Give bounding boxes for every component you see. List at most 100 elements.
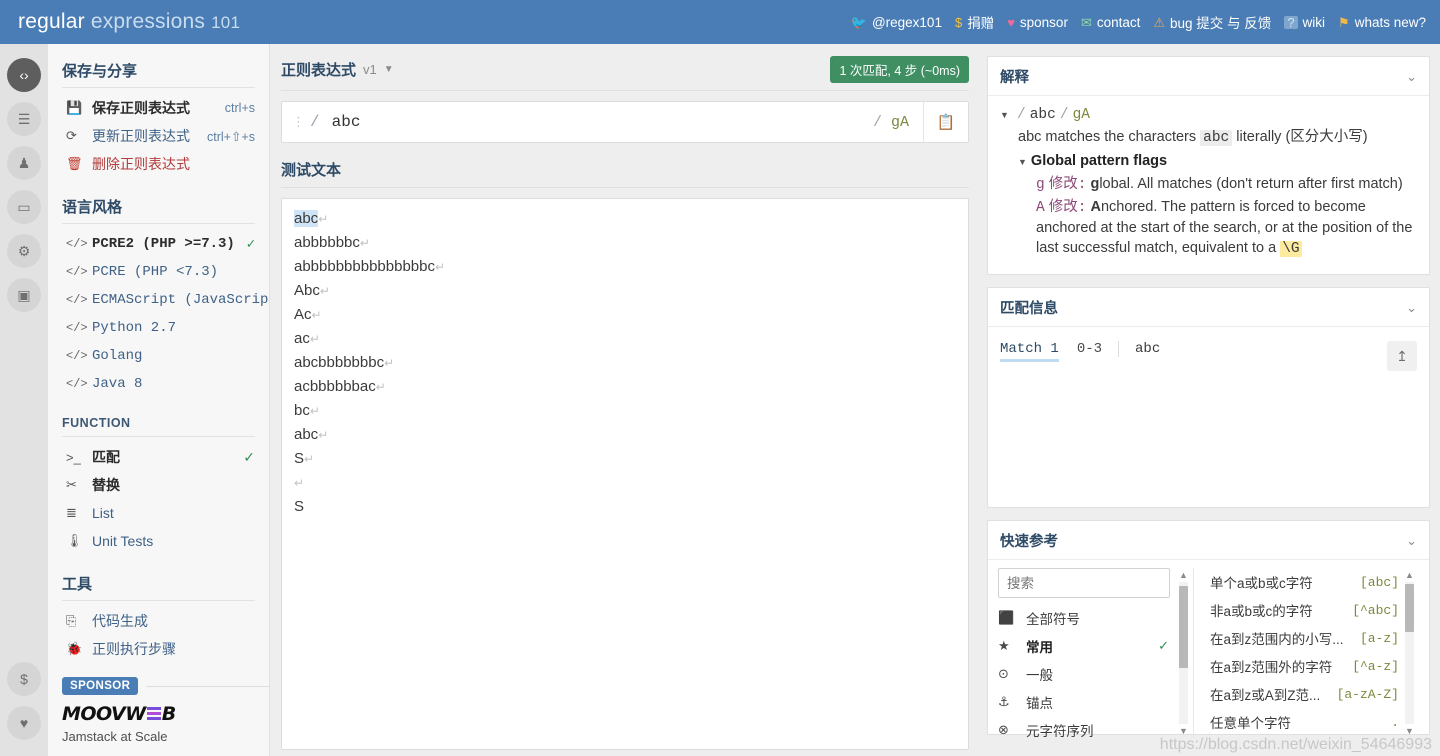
test-string-editor[interactable]: abc↵ abbbbbbc↵ abbbbbbbbbbbbbbbc↵ Abc↵ A…	[281, 198, 969, 750]
quickref-token-row[interactable]: 在a到z或A到Z范... [a-zA-Z]	[1210, 680, 1429, 708]
regex-input-container[interactable]: ⋮ / / gA 📋	[281, 101, 969, 143]
test-line: abc↵	[294, 207, 956, 231]
drag-handle-icon[interactable]: ⋮	[282, 114, 306, 130]
sidebar-item-update-regex[interactable]: ⟳ 更新正则表达式 ctrl+⇧+s	[62, 122, 255, 150]
copy-regex-button[interactable]: 📋	[923, 101, 968, 143]
sidebar-label-function-substitution: 替换	[92, 477, 120, 493]
nav-label-whatsnew: whats new?	[1354, 14, 1426, 30]
regex-section-header: 正则表达式 v1 ▼ 1 次匹配, 4 步 (~0ms)	[281, 56, 969, 91]
code-tag-icon: </>	[66, 293, 88, 307]
quickref-category-scrollbar[interactable]: ▲ ▼	[1178, 570, 1189, 736]
quickref-category-common[interactable]: ★ 常用 ✓	[998, 632, 1193, 660]
rail-code-button[interactable]: ‹›	[7, 58, 41, 92]
sidebar-item-flavor-golang[interactable]: </> Golang	[62, 342, 255, 370]
nav-link-bugreport[interactable]: ⚠ bug 提交 与 反馈	[1153, 12, 1271, 32]
rail-favorite-button[interactable]: ♥	[7, 706, 41, 740]
explanation-flag-a-key: A	[1036, 200, 1045, 216]
quickref-category-all[interactable]: ⬛ 全部符号	[998, 604, 1193, 632]
test-line: ↵	[294, 471, 956, 495]
scrollbar-thumb[interactable]	[1179, 586, 1188, 668]
scrollbar-track[interactable]	[1179, 582, 1188, 724]
rail-library-button[interactable]: ☰	[7, 102, 41, 136]
match-info-title: 匹配信息	[1000, 301, 1058, 317]
sidebar-item-delete-regex[interactable]: 🗑 删除正则表达式	[62, 150, 255, 178]
rail-donate-button[interactable]: $	[7, 662, 41, 696]
nav-link-sponsor[interactable]: ♥ sponsor	[1007, 15, 1068, 30]
explanation-flag-g-bold: g	[1090, 176, 1100, 192]
quickref-category-meta[interactable]: ⊗ 元字符序列	[998, 716, 1193, 744]
quickref-token-row[interactable]: 非a或b或c的字符 [^abc]	[1210, 596, 1429, 624]
quickref-token-row[interactable]: 在a到z范围外的字符 [^a-z]	[1210, 652, 1429, 680]
sidebar-item-regex-debugger[interactable]: 🐞 正则执行步骤	[62, 635, 255, 663]
test-line: abbbbbbc↵	[294, 231, 956, 255]
chevron-down-icon[interactable]: ⌄	[1406, 300, 1417, 316]
nav-link-twitter[interactable]: 🐦 @regex101	[851, 15, 942, 30]
newline-glyph: ↵	[384, 356, 395, 370]
quickref-token-row[interactable]: 在a到z范围内的小写... [a-z]	[1210, 624, 1429, 652]
sidebar-item-code-generator[interactable]: ⎘ 代码生成	[62, 607, 255, 635]
quickref-token-row[interactable]: 任意单个字符 .	[1210, 708, 1429, 736]
sidebar-item-function-unittests[interactable]: 🌡 Unit Tests	[62, 527, 255, 555]
site-logo[interactable]: regular expressions 101	[18, 10, 240, 34]
rail-settings-button[interactable]: ⚙	[7, 234, 41, 268]
nav-link-donate[interactable]: $ 捐赠	[955, 12, 994, 32]
nav-link-wiki[interactable]: ? wiki	[1284, 15, 1325, 30]
sidebar-item-function-substitution[interactable]: ✂ 替换	[62, 471, 255, 499]
nav-link-contact[interactable]: ✉ contact	[1081, 15, 1140, 30]
regex-flags[interactable]: / gA	[873, 114, 923, 131]
rail-gamepad-button[interactable]: ▭	[7, 190, 41, 224]
regex-input[interactable]	[323, 113, 873, 131]
nav-label-contact: contact	[1096, 14, 1141, 30]
sidebar-item-flavor-pcre[interactable]: </> PCRE (PHP <7.3)	[62, 258, 255, 286]
triangle-down-icon[interactable]: ▼	[1000, 105, 1009, 125]
anchor-icon: ⚓	[998, 694, 1010, 709]
sidebar-item-flavor-python[interactable]: </> Python 2.7	[62, 314, 255, 342]
general-icon: ⊙	[998, 666, 1009, 681]
match-info-panel: 匹配信息 ⌄ Match 1 0-3 abc ↥	[987, 287, 1430, 508]
sidebar-item-save-regex[interactable]: 💾 保存正则表达式 ctrl+s	[62, 94, 255, 122]
chevron-down-icon[interactable]: ⌄	[1406, 69, 1417, 85]
sidebar-item-flavor-java[interactable]: </> Java 8	[62, 370, 255, 398]
regex-version-label[interactable]: v1	[363, 62, 377, 77]
sidebar-item-flavor-pcre2[interactable]: </> PCRE2 (PHP >=7.3) ✓	[62, 230, 255, 258]
quickref-category-anchors[interactable]: ⚓ 锚点	[998, 688, 1193, 716]
newline-glyph: ↵	[434, 260, 446, 274]
explanation-flags-title-row[interactable]: ▼ Global pattern flags	[1000, 151, 1417, 172]
sponsor-logo[interactable]: MOOVW B	[62, 703, 270, 725]
scroll-down-arrow-icon[interactable]: ▼	[1179, 726, 1188, 736]
sidebar-label-function-unittests: Unit Tests	[92, 533, 154, 549]
sidebar-label-flavor-java: Java 8	[92, 376, 143, 392]
testtext-section-header: 测试文本	[281, 159, 969, 188]
warning-icon: ⚠	[1153, 14, 1166, 30]
scrollbar-thumb[interactable]	[1405, 584, 1414, 632]
nav-link-whatsnew[interactable]: ⚑ whats new?	[1338, 15, 1426, 30]
scrollbar-track[interactable]	[1405, 582, 1414, 724]
quickref-category-general[interactable]: ⊙ 一般	[998, 660, 1193, 688]
quickref-token-code: [abc]	[1359, 574, 1399, 590]
quickref-token-desc: 在a到z或A到Z范...	[1210, 688, 1321, 703]
explanation-pattern-row[interactable]: ▼ / abc / gA	[1000, 104, 1417, 125]
export-icon: ↥	[1396, 347, 1408, 364]
rail-account-button[interactable]: ♟	[7, 146, 41, 180]
top-header-bar: regular expressions 101 🐦 @regex101 $ 捐赠 ♥…	[0, 0, 1440, 44]
search-input[interactable]	[998, 568, 1170, 598]
quickref-token-scrollbar[interactable]: ▲ ▼	[1404, 570, 1415, 736]
scroll-up-arrow-icon[interactable]: ▲	[1179, 570, 1188, 580]
newline-glyph: ↵	[359, 236, 370, 250]
sidebar-item-function-list[interactable]: ≣ List	[62, 499, 255, 527]
chevron-down-icon[interactable]: ▼	[384, 64, 394, 75]
sidebar-item-function-match[interactable]: >_ 匹配 ✓	[62, 443, 255, 471]
triangle-down-icon[interactable]: ▼	[1018, 152, 1027, 172]
sidebar-shortcut-update-regex: ctrl+⇧+s	[207, 129, 255, 144]
quickref-token-row[interactable]: 单个a或b或c字符 [abc]	[1210, 568, 1429, 596]
chevron-down-icon[interactable]: ⌄	[1406, 533, 1417, 549]
match-row[interactable]: Match 1 0-3 abc ↥	[1000, 335, 1417, 371]
library-icon: ☰	[17, 110, 31, 127]
scroll-up-arrow-icon[interactable]: ▲	[1405, 570, 1414, 580]
page-title: 正则表达式	[281, 62, 357, 79]
rail-chat-button[interactable]: ▣	[7, 278, 41, 312]
scroll-down-arrow-icon[interactable]: ▼	[1405, 726, 1414, 736]
sidebar-item-flavor-ecmascript[interactable]: </> ECMAScript (JavaScript)	[62, 286, 269, 314]
quickref-title: 快速参考	[1000, 534, 1058, 550]
export-matches-button[interactable]: ↥	[1387, 341, 1417, 371]
